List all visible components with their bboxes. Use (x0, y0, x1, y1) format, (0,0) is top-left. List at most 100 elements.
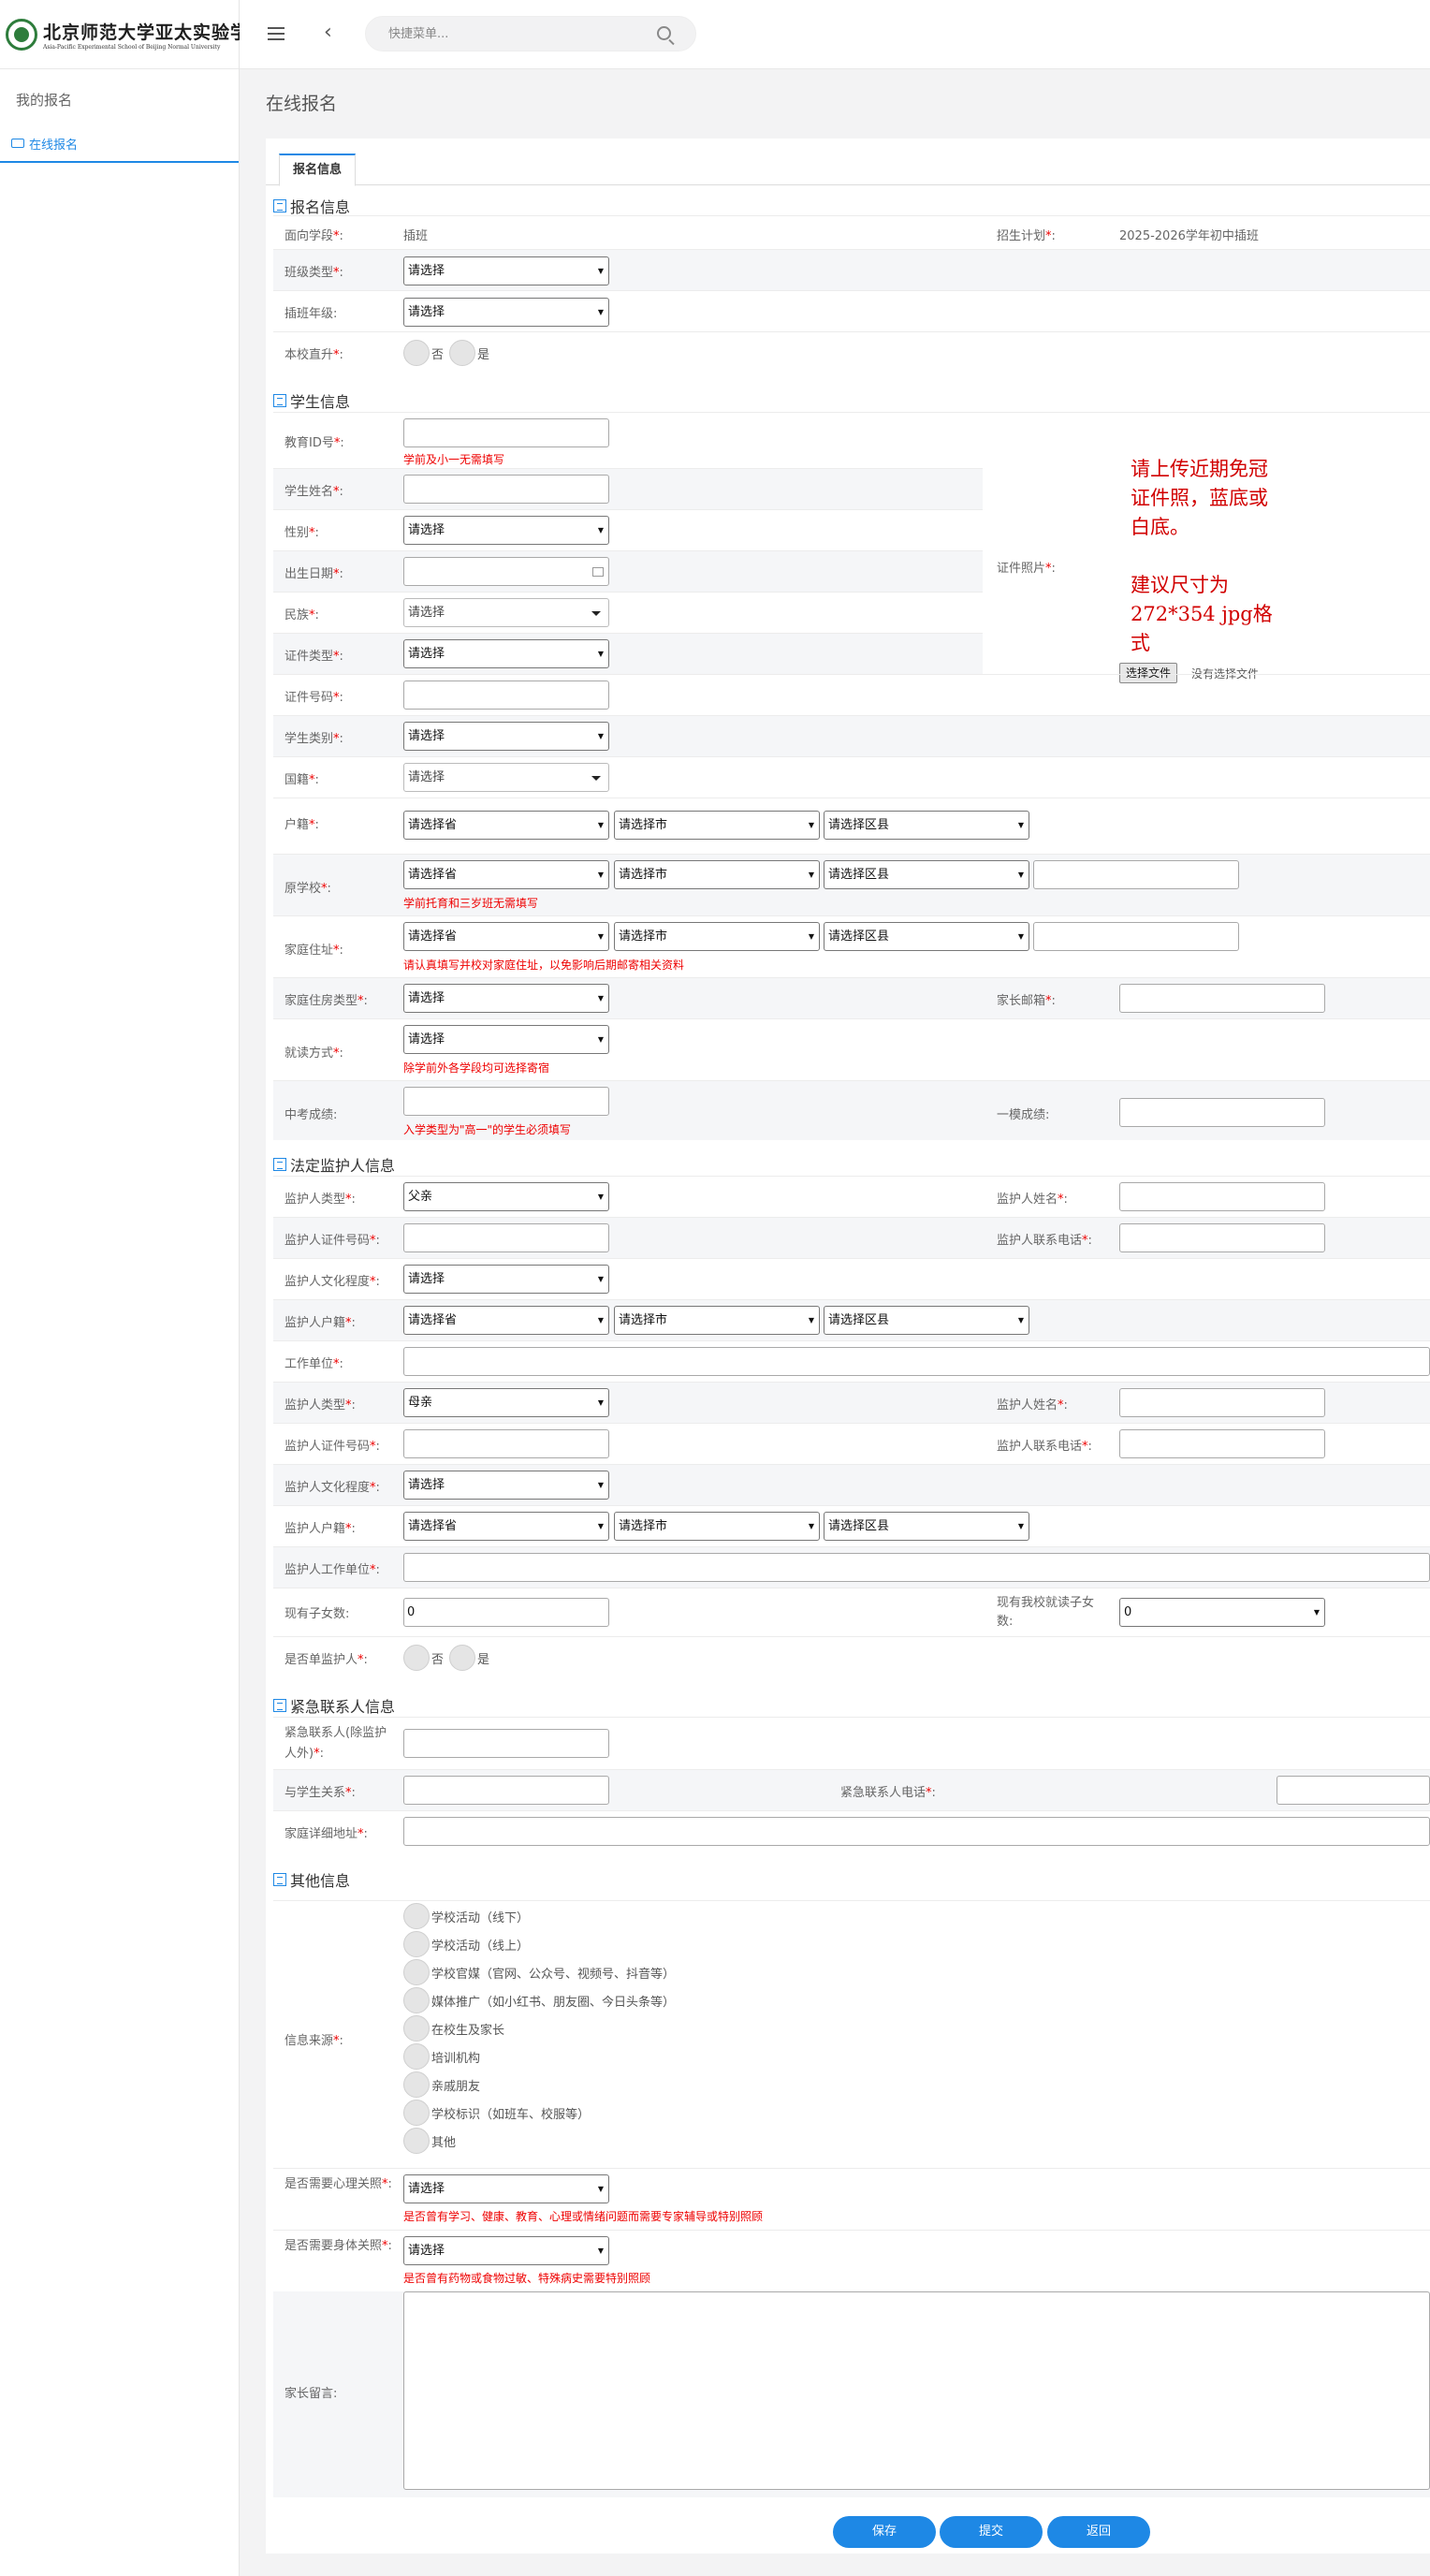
guardian-phone-input-1[interactable] (1119, 1223, 1325, 1252)
huji-district-select[interactable]: 请选择区县 (824, 811, 1029, 840)
label-guardian-name-2: 监护人姓名*: (997, 1398, 1068, 1412)
relation-input[interactable] (403, 1776, 609, 1805)
source-option[interactable]: 学校官媒（官网、公众号、视频号、抖音等） (403, 1959, 675, 1985)
topbar: ‹ (240, 0, 1430, 69)
housing-select[interactable]: 请选择 (403, 984, 609, 1013)
guardian-name-input-2[interactable] (1119, 1388, 1325, 1417)
label-guardian-huji-2: 监护人户籍*: (285, 1522, 356, 1536)
source-option[interactable]: 亲戚朋友 (403, 2071, 480, 2098)
id-no-input[interactable] (403, 681, 609, 710)
guardian-type-select-1[interactable]: 父亲 (403, 1182, 609, 1211)
id-type-select[interactable]: 请选择 (403, 639, 609, 668)
guardian-type-select-2[interactable]: 母亲 (403, 1388, 609, 1417)
psych-select[interactable]: 请选择 (403, 2174, 609, 2203)
school-logo[interactable]: 北京师范大学亚太实验学校 Asia-Pacific Experimental S… (0, 0, 267, 69)
tab-signup-info[interactable]: 报名信息 (279, 154, 357, 186)
form-row: 性别*: 请选择 (273, 509, 983, 550)
label-work-2: 监护人工作单位*: (285, 1563, 380, 1577)
guardian-huji-province-2[interactable]: 请选择省 (403, 1512, 609, 1541)
emergency-contact-input[interactable] (403, 1729, 609, 1758)
label-source: 信息来源*: (285, 2034, 343, 2048)
menu-icon[interactable] (268, 27, 285, 40)
in-school-children-select[interactable]: 0 (1119, 1598, 1325, 1627)
guardian-huji-city-2[interactable]: 请选择市 (614, 1512, 820, 1541)
source-option[interactable]: 学校活动（线上） (403, 1931, 529, 1957)
parent-message-textarea[interactable] (403, 2291, 1430, 2490)
guardian-edu-select-2[interactable]: 请选择 (403, 1471, 609, 1500)
guardian-work-input-1[interactable] (403, 1347, 1430, 1376)
children-count-input[interactable]: 0 (403, 1598, 609, 1627)
stage-value: 插班 (403, 229, 429, 243)
student-name-input[interactable] (403, 475, 609, 504)
huji-province-select[interactable]: 请选择省 (403, 811, 609, 840)
guardian-phone-input-2[interactable] (1119, 1429, 1325, 1458)
form-row: 监护人文化程度*: 请选择 (273, 1258, 1430, 1299)
address-province-select[interactable]: 请选择省 (403, 922, 609, 951)
direct-yes-radio[interactable]: 是 (449, 340, 489, 366)
birth-date-input[interactable] (403, 557, 609, 586)
home-address-input[interactable] (403, 1817, 1430, 1846)
source-option[interactable]: 在校生及家长 (403, 2015, 504, 2042)
section-icon (273, 394, 286, 407)
chevron-left-icon[interactable]: ‹ (324, 22, 332, 43)
search-icon[interactable] (657, 26, 671, 40)
radio-circle (403, 1959, 430, 1985)
section-title: 法定监护人信息 (290, 1157, 396, 1175)
yimo-input[interactable] (1119, 1098, 1325, 1127)
section-title: 紧急联系人信息 (290, 1698, 396, 1716)
grade-select[interactable]: 请选择 (403, 298, 609, 327)
label-children: 现有子女数: (285, 1607, 350, 1621)
guardian-huji-province-1[interactable]: 请选择省 (403, 1306, 609, 1335)
single-guardian-no-radio[interactable]: 否 (403, 1645, 444, 1671)
address-city-select[interactable]: 请选择市 (614, 922, 820, 951)
study-mode-select[interactable]: 请选择 (403, 1025, 609, 1054)
source-option[interactable]: 学校标识（如班车、校服等） (403, 2100, 590, 2126)
label-direct: 本校直升*: (285, 348, 343, 362)
back-button[interactable]: 返回 (1047, 2516, 1150, 2548)
school-name-input[interactable] (1033, 860, 1239, 889)
calendar-icon[interactable] (592, 567, 604, 577)
sidebar-item-online-signup[interactable]: 在线报名 (0, 125, 239, 163)
huji-city-select[interactable]: 请选择市 (614, 811, 820, 840)
school-province-select[interactable]: 请选择省 (403, 860, 609, 889)
guardian-cert-input-2[interactable] (403, 1429, 609, 1458)
edu-id-input[interactable] (403, 418, 609, 447)
section-icon (273, 199, 286, 212)
form-row: 证件类型*: 请选择 (273, 633, 983, 674)
guardian-huji-district-2[interactable]: 请选择区县 (824, 1512, 1029, 1541)
source-option[interactable]: 培训机构 (403, 2043, 480, 2070)
source-option[interactable]: 媒体推广（如小红书、朋友圈、今日头条等） (403, 1987, 675, 2013)
parent-email-input[interactable] (1119, 984, 1325, 1013)
save-button[interactable]: 保存 (833, 2516, 936, 2548)
guardian-huji-district-1[interactable]: 请选择区县 (824, 1306, 1029, 1335)
class-type-select[interactable]: 请选择 (403, 256, 609, 285)
section-icon (273, 1873, 286, 1886)
guardian-work-input-2[interactable] (403, 1553, 1430, 1582)
category-select[interactable]: 请选择 (403, 722, 609, 751)
guardian-name-input-1[interactable] (1119, 1182, 1325, 1211)
submit-button[interactable]: 提交 (940, 2516, 1043, 2548)
gender-select[interactable]: 请选择 (403, 516, 609, 545)
school-district-select[interactable]: 请选择区县 (824, 860, 1029, 889)
address-district-select[interactable]: 请选择区县 (824, 922, 1029, 951)
form-row: 是否单监护人*: 否 是 (273, 1636, 1430, 1677)
nationality-select[interactable]: 请选择 (403, 763, 609, 792)
body-select[interactable]: 请选择 (403, 2236, 609, 2265)
source-option[interactable]: 学校活动（线下） (403, 1903, 529, 1929)
label-student-name: 学生姓名*: (285, 485, 343, 499)
source-option[interactable]: 其他 (403, 2128, 456, 2154)
edu-id-hint: 学前及小一无需填写 (403, 453, 505, 466)
school-city-select[interactable]: 请选择市 (614, 860, 820, 889)
guardian-cert-input-1[interactable] (403, 1223, 609, 1252)
guardian-edu-select-1[interactable]: 请选择 (403, 1265, 609, 1294)
form-panel: 报名信息 报名信息 面向学段*: 插班 招生计划*: 2025-2026学年初中… (266, 139, 1430, 2554)
ethnic-select[interactable]: 请选择 (403, 598, 609, 627)
single-guardian-yes-radio[interactable]: 是 (449, 1645, 489, 1671)
emergency-phone-input[interactable] (1277, 1776, 1430, 1805)
logo-cn: 北京师范大学亚太实验学校 (43, 22, 269, 43)
guardian-huji-city-1[interactable]: 请选择市 (614, 1306, 820, 1335)
address-detail-input[interactable] (1033, 922, 1239, 951)
search-input[interactable] (366, 17, 647, 51)
direct-no-radio[interactable]: 否 (403, 340, 444, 366)
zhongkao-input[interactable] (403, 1087, 609, 1116)
